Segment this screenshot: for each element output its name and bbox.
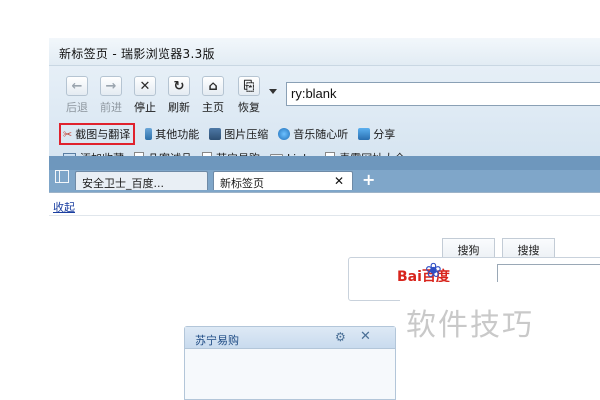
share-button[interactable]: 分享 xyxy=(358,125,395,143)
home-label: 主页 xyxy=(202,101,224,114)
home-button[interactable]: ⌂ 主页 xyxy=(199,76,227,115)
tool-label: 截图与翻译 xyxy=(75,128,131,141)
tool-label: 分享 xyxy=(373,128,396,141)
title-bar: 新标签页 - 瑞影浏览器3.3版 xyxy=(49,38,600,66)
tab-label: 安全卫士_百度... xyxy=(82,177,164,190)
tab-label: 新标签页 xyxy=(220,177,264,190)
refresh-icon: ↻ xyxy=(168,76,190,96)
image-compress-button[interactable]: 图片压缩 xyxy=(209,125,268,143)
close-icon[interactable]: ✕ xyxy=(360,329,371,344)
gear-icon[interactable]: ⚙ xyxy=(335,330,346,344)
restore-button[interactable]: ⎘ 恢复 xyxy=(235,76,263,115)
back-label: 后退 xyxy=(66,101,88,114)
navigation-toolbar: ← 后退 → 前进 ✕ 停止 ↻ 刷新 ⌂ 主页 ⎘ 恢复 ry:blank ✂ xyxy=(49,66,600,165)
screenshot-translate-button[interactable]: ✂ 截图与翻译 xyxy=(59,123,136,145)
tab-security-baidu[interactable]: 安全卫士_百度... xyxy=(75,171,208,190)
new-tab-button[interactable]: + xyxy=(362,170,375,189)
collapse-link[interactable]: 收起 xyxy=(53,199,75,215)
stop-button[interactable]: ✕ 停止 xyxy=(131,76,159,115)
tool-label: 图片压缩 xyxy=(224,128,269,141)
address-bar[interactable]: ry:blank xyxy=(286,82,600,106)
window-title: 新标签页 - 瑞影浏览器3.3版 xyxy=(59,47,215,61)
stop-label: 停止 xyxy=(134,101,156,114)
home-icon: ⌂ xyxy=(202,76,224,96)
search-tab-sogou[interactable]: 搜狗 xyxy=(442,238,495,259)
divider xyxy=(49,215,600,216)
music-icon xyxy=(278,128,291,140)
search-tab-soso[interactable]: 搜搜 xyxy=(502,238,555,259)
tab-bar: 安全卫士_百度... 新标签页 ✕ + xyxy=(49,156,600,192)
refresh-label: 刷新 xyxy=(168,101,190,114)
restore-icon: ⎘ xyxy=(238,76,260,96)
other-functions-button[interactable]: 其他功能 xyxy=(145,125,199,143)
suning-widget-title: 苏宁易购 xyxy=(195,334,239,347)
forward-label: 前进 xyxy=(100,101,122,114)
image-compress-icon xyxy=(209,128,222,140)
tab-list-icon[interactable] xyxy=(55,170,69,183)
tool-label: 音乐随心听 xyxy=(293,128,349,141)
music-button[interactable]: 音乐随心听 xyxy=(278,125,348,143)
back-arrow-icon: ← xyxy=(66,76,88,96)
forward-arrow-icon: → xyxy=(100,76,122,96)
tools-row: ✂ 截图与翻译 其他功能 图片压缩 音乐随心听 分享 xyxy=(59,123,405,145)
paw-icon: ❀ xyxy=(425,258,442,282)
forward-button[interactable]: → 前进 xyxy=(97,76,125,115)
close-icon[interactable]: ✕ xyxy=(334,174,344,188)
suning-widget: 苏宁易购 ⚙ ✕ xyxy=(184,326,396,400)
tab-new-tab[interactable]: 新标签页 ✕ xyxy=(213,171,353,190)
chevron-down-icon[interactable] xyxy=(269,89,277,94)
stop-icon: ✕ xyxy=(134,76,156,96)
tool-label: 其他功能 xyxy=(155,128,200,141)
back-button[interactable]: ← 后退 xyxy=(63,76,91,115)
share-icon xyxy=(358,128,371,140)
restore-label: 恢复 xyxy=(238,101,260,114)
refresh-button[interactable]: ↻ 刷新 xyxy=(165,76,193,115)
watermark-text: 软件技巧 xyxy=(406,308,534,343)
tuning-fork-icon xyxy=(145,128,153,140)
suning-widget-header: 苏宁易购 ⚙ ✕ xyxy=(185,327,395,349)
scissors-icon: ✂ xyxy=(63,127,73,141)
